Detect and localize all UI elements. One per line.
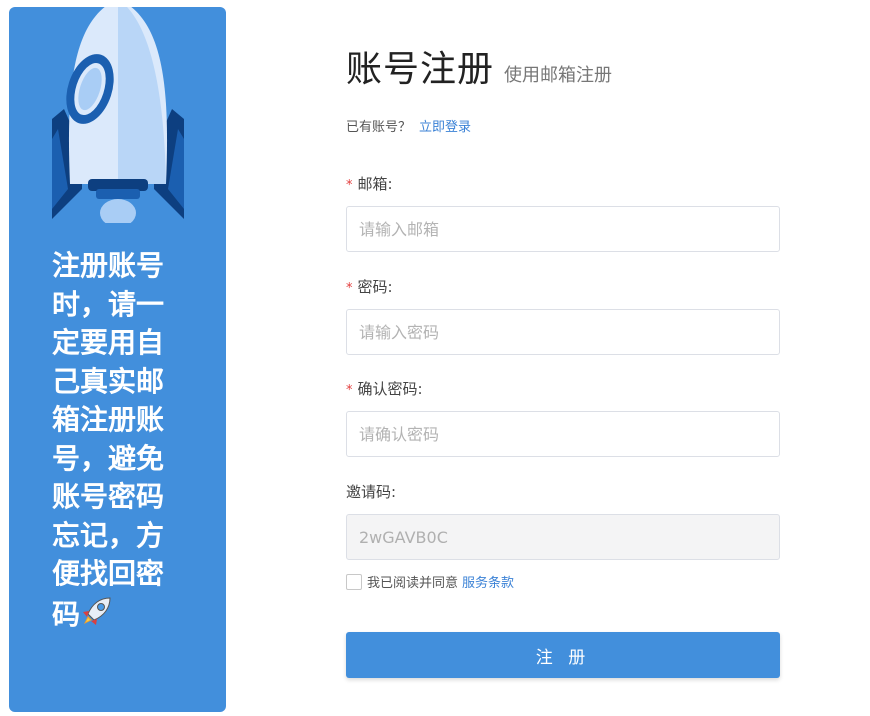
password-field-group: * 密码: — [346, 277, 780, 355]
required-mark: * — [346, 383, 353, 398]
title-row: 账号注册 使用邮箱注册 — [346, 40, 780, 96]
register-button[interactable]: 注 册 — [346, 632, 780, 678]
page-title: 账号注册 — [346, 49, 495, 90]
agreement-checkbox[interactable] — [346, 573, 362, 590]
confirm-password-label: * 确认密码: — [346, 379, 780, 399]
register-page: 注册账号时，请一定要用自己真实邮箱注册账号，避免账号密码忘记，方便找回密码 账号… — [0, 0, 870, 716]
login-prompt: 已有账号？ 立即登录 — [346, 116, 471, 135]
rocket-illustration — [52, 7, 184, 223]
password-label-text: 密码: — [357, 278, 393, 296]
email-label-text: 邮箱: — [357, 175, 393, 193]
password-input[interactable] — [346, 309, 780, 355]
email-field-group: * 邮箱: — [346, 174, 780, 252]
terms-link[interactable]: 服务条款 — [462, 572, 514, 591]
rocket-icon — [83, 596, 111, 625]
invite-code-field-group: 邀请码: — [346, 482, 780, 560]
password-label: * 密码: — [346, 277, 780, 297]
required-mark: * — [346, 178, 353, 193]
invite-code-label: 邀请码: — [346, 482, 780, 502]
agreement-text: 我已阅读并同意 — [367, 576, 459, 591]
promo-text: 注册账号时，请一定要用自己真实邮箱注册账号，避免账号密码忘记，方便找回密码 — [52, 247, 182, 634]
invite-code-label-text: 邀请码: — [346, 483, 397, 501]
required-mark: * — [346, 281, 353, 296]
login-prompt-text: 已有账号？ — [346, 120, 412, 135]
login-link[interactable]: 立即登录 — [419, 120, 471, 135]
agreement-row: 我已阅读并同意 服务条款 — [346, 572, 514, 591]
confirm-password-field-group: * 确认密码: — [346, 379, 780, 457]
promo-panel: 注册账号时，请一定要用自己真实邮箱注册账号，避免账号密码忘记，方便找回密码 — [9, 7, 226, 712]
register-form: 账号注册 使用邮箱注册 已有账号？ 立即登录 * 邮箱: * 密码: * 确认密码: — [346, 40, 780, 678]
confirm-password-label-text: 确认密码: — [357, 380, 423, 398]
confirm-password-input[interactable] — [346, 411, 780, 457]
invite-code-input — [346, 514, 780, 560]
page-subtitle: 使用邮箱注册 — [504, 65, 613, 86]
email-label: * 邮箱: — [346, 174, 780, 194]
promo-message: 注册账号时，请一定要用自己真实邮箱注册账号，避免账号密码忘记，方便找回密码 — [52, 249, 165, 631]
email-input[interactable] — [346, 206, 780, 252]
